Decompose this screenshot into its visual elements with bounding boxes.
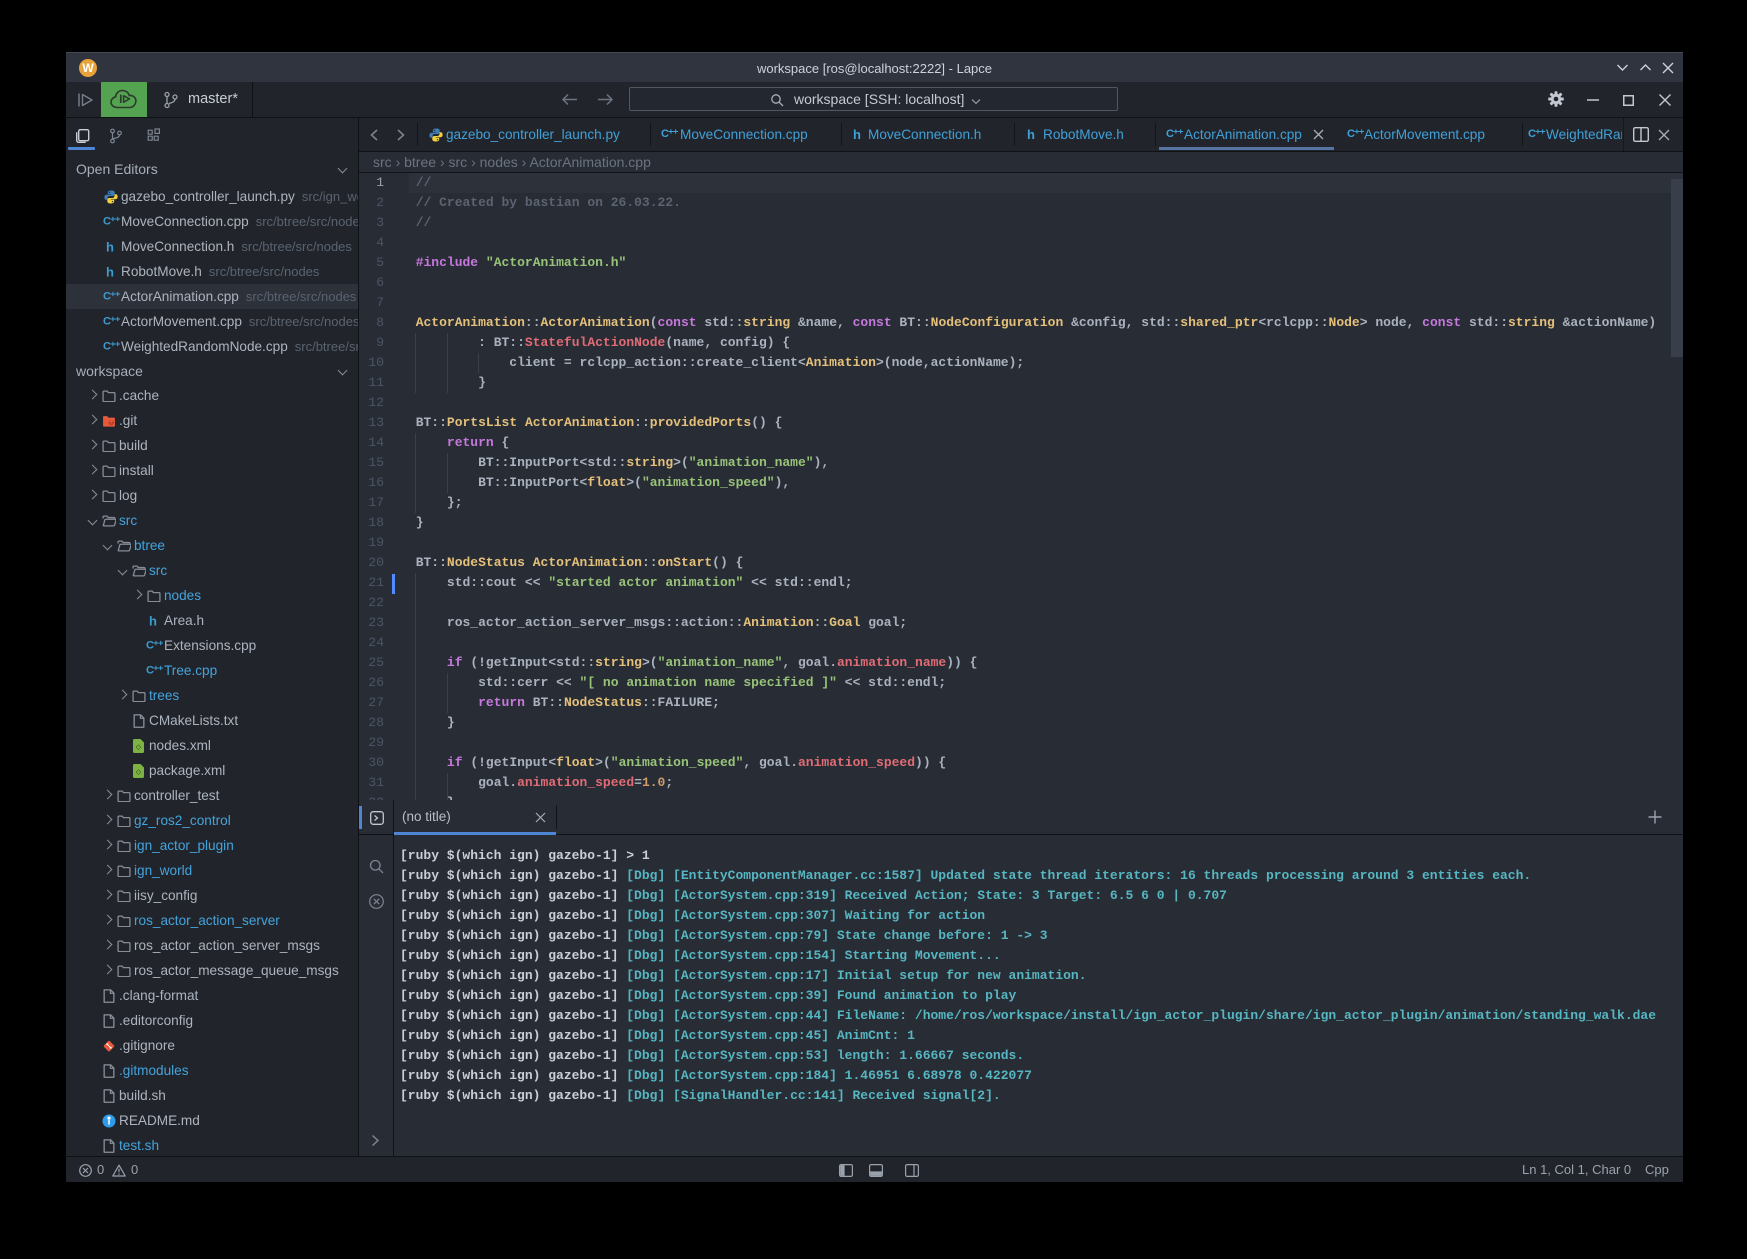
svg-text:◇: ◇ (136, 769, 142, 776)
svg-text:◇: ◇ (136, 744, 142, 751)
